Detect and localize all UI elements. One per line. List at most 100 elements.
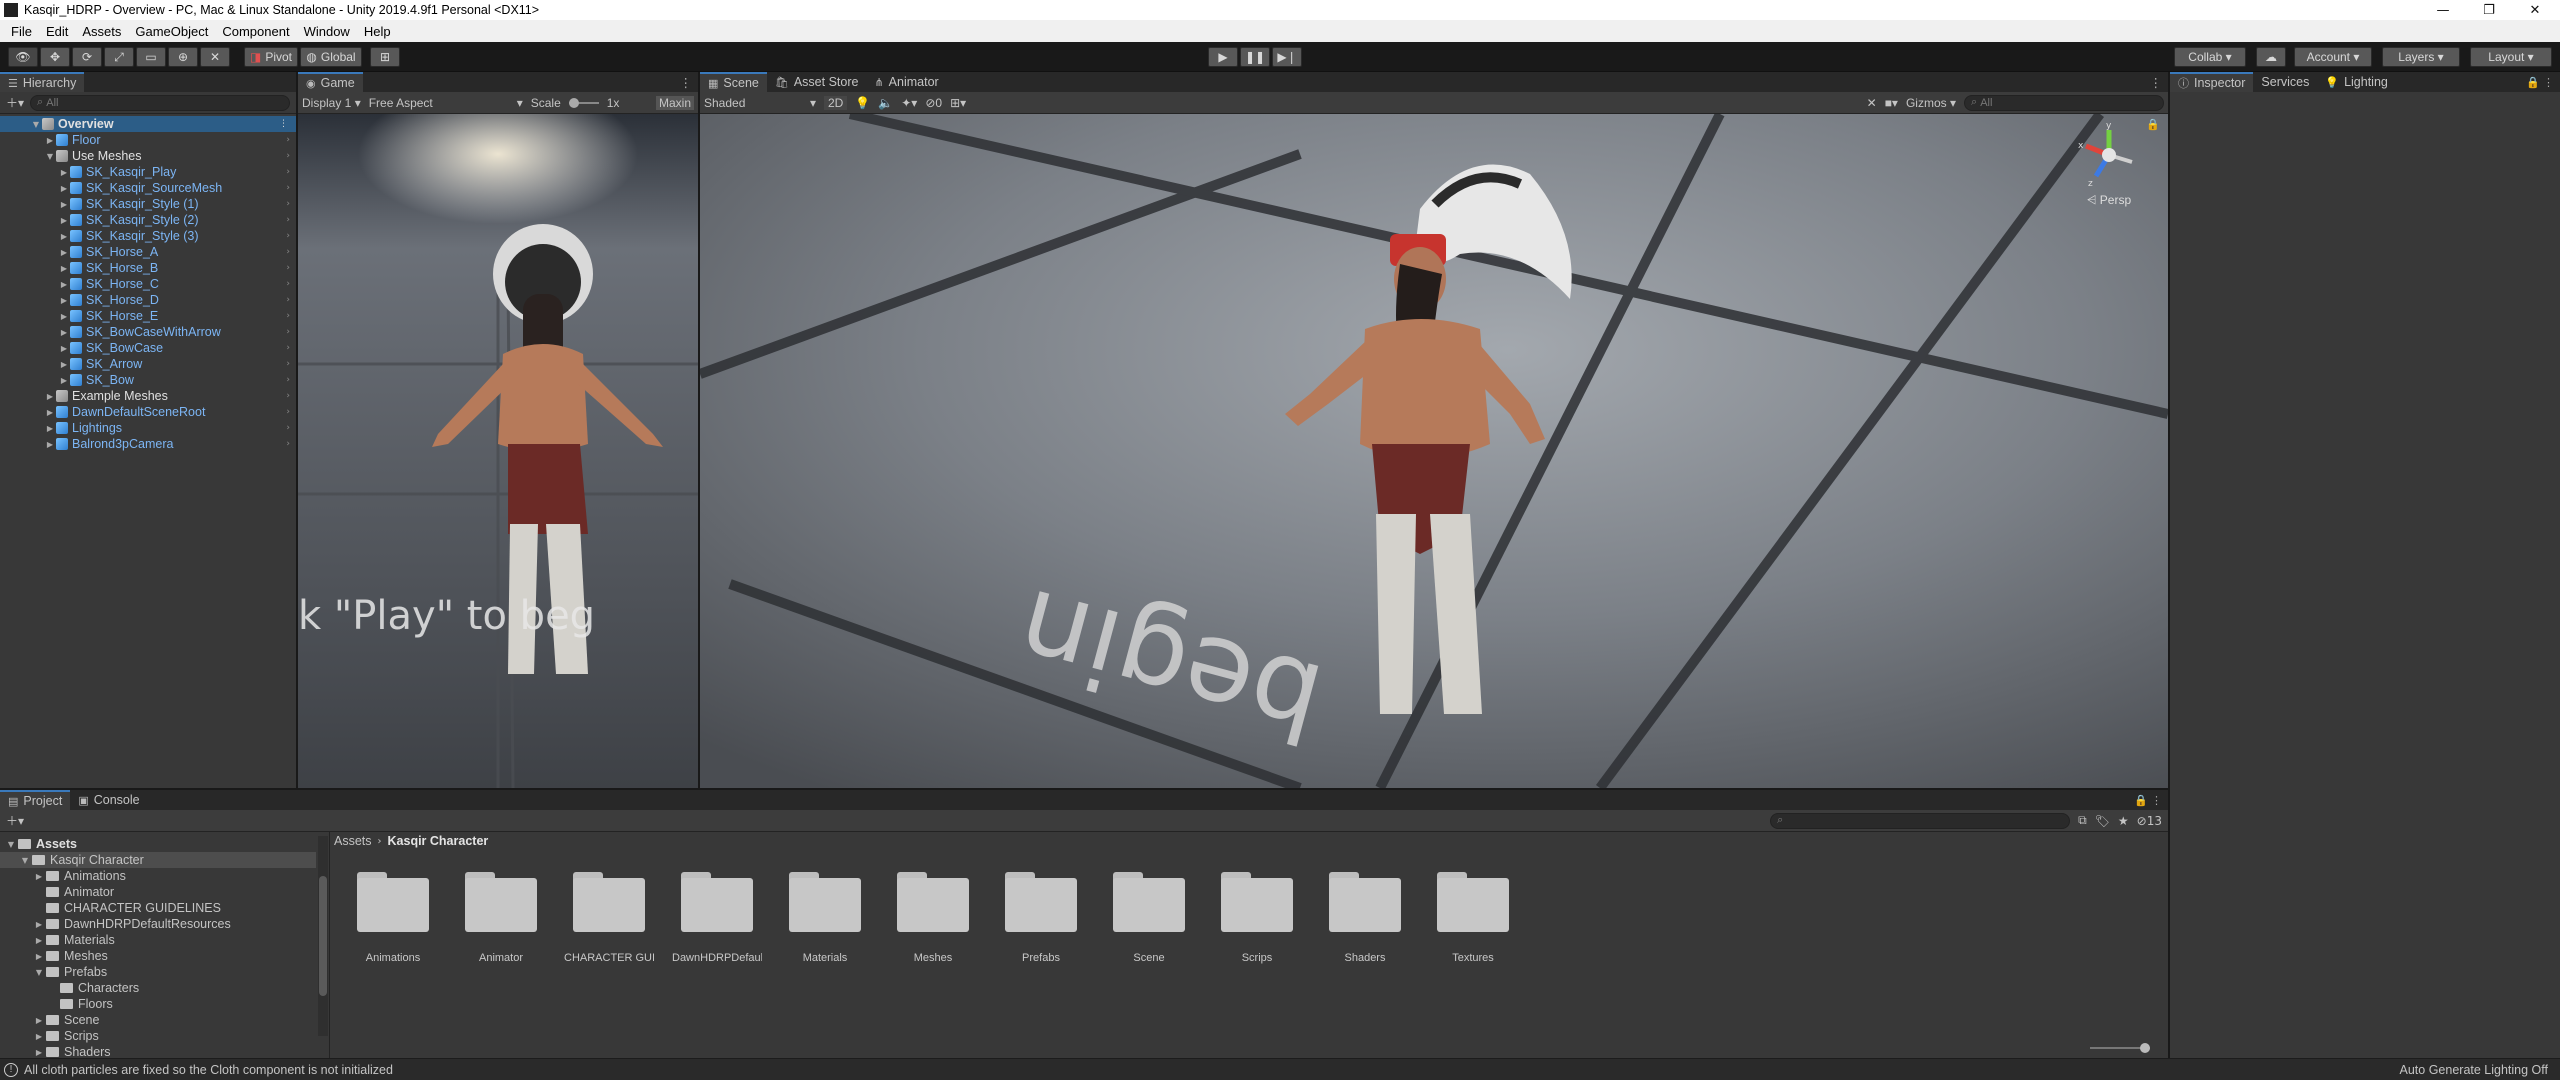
- project-tree-item[interactable]: ▼ Assets: [0, 836, 316, 852]
- hierarchy-row[interactable]: ▶ SK_Bow ›: [0, 372, 296, 388]
- filter-label-icon[interactable]: 🏷: [2095, 814, 2110, 828]
- tab-scene[interactable]: ▦ Scene: [700, 72, 767, 92]
- prefab-open-icon[interactable]: ›: [286, 359, 290, 369]
- chevron-right-icon[interactable]: ▶: [32, 1016, 46, 1025]
- account-dropdown[interactable]: Account ▾: [2294, 47, 2372, 67]
- project-tree-item[interactable]: ▶ Materials: [0, 932, 316, 948]
- folder-tile[interactable]: Animations: [348, 872, 438, 964]
- 2d-toggle[interactable]: 2D: [824, 95, 848, 110]
- chevron-right-icon[interactable]: ▶: [58, 328, 70, 337]
- hidden-objects-toggle[interactable]: ⊘0: [925, 96, 942, 110]
- chevron-right-icon[interactable]: ▶: [58, 360, 70, 369]
- project-search-input[interactable]: ⌕: [1770, 812, 2071, 829]
- collab-dropdown[interactable]: Collab ▾: [2174, 47, 2246, 67]
- menu-component[interactable]: Component: [215, 24, 296, 39]
- chevron-right-icon[interactable]: ▶: [32, 1048, 46, 1057]
- folder-tile[interactable]: CHARACTER GUI...: [564, 872, 654, 964]
- prefab-open-icon[interactable]: ›: [286, 151, 290, 161]
- aspect-dropdown[interactable]: Free Aspect ▾: [369, 96, 523, 110]
- tab-project[interactable]: ▤ Project: [0, 790, 71, 810]
- layout-dropdown[interactable]: Layout ▾: [2470, 47, 2552, 67]
- chevron-right-icon[interactable]: ▶: [44, 424, 56, 433]
- play-button[interactable]: ▶: [1208, 47, 1238, 67]
- view-tool-icon[interactable]: 👁: [8, 47, 38, 67]
- prefab-open-icon[interactable]: ›: [286, 295, 290, 305]
- folder-tile[interactable]: Meshes: [888, 872, 978, 964]
- restore-icon[interactable]: ❐: [2466, 0, 2512, 20]
- chevron-right-icon[interactable]: ▶: [58, 264, 70, 273]
- hierarchy-row[interactable]: ▼ Use Meshes ›: [0, 148, 296, 164]
- tab-services[interactable]: Services: [2253, 72, 2317, 92]
- chevron-right-icon[interactable]: ▶: [44, 440, 56, 449]
- hierarchy-row[interactable]: ▶ SK_Kasqir_Style (2) ›: [0, 212, 296, 228]
- chevron-down-icon[interactable]: ▼: [4, 840, 18, 849]
- project-tree-item[interactable]: Floors: [0, 996, 316, 1012]
- folder-tile[interactable]: Scene: [1104, 872, 1194, 964]
- effects-dropdown-icon[interactable]: ✦▾: [901, 96, 917, 110]
- prefab-open-icon[interactable]: ›: [286, 391, 290, 401]
- tree-scrollbar[interactable]: [318, 836, 328, 1036]
- create-plus-icon[interactable]: ＋▾: [6, 94, 24, 111]
- chevron-right-icon[interactable]: ▶: [32, 936, 46, 945]
- prefab-open-icon[interactable]: ›: [286, 183, 290, 193]
- folder-tile[interactable]: Prefabs: [996, 872, 1086, 964]
- hierarchy-row[interactable]: ▶ Floor ›: [0, 132, 296, 148]
- folder-tile[interactable]: Materials: [780, 872, 870, 964]
- project-tree-item[interactable]: ▼ Prefabs: [0, 964, 316, 980]
- icon-size-slider[interactable]: [2090, 1043, 2150, 1053]
- tab-animator[interactable]: ⋔ Animator: [866, 72, 946, 92]
- tab-game[interactable]: ◉ Game: [298, 72, 363, 92]
- menu-help[interactable]: Help: [357, 24, 398, 39]
- gizmos-dropdown[interactable]: Gizmos ▾: [1906, 96, 1956, 110]
- transform-tool-icon[interactable]: ⊕: [168, 47, 198, 67]
- chevron-right-icon[interactable]: ▶: [32, 952, 46, 961]
- chevron-right-icon[interactable]: ▶: [58, 184, 70, 193]
- lock-icon[interactable]: 🔒 ⋮: [2526, 76, 2554, 89]
- status-message[interactable]: All cloth particles are fixed so the Clo…: [24, 1063, 393, 1077]
- project-tree-item[interactable]: Animator: [0, 884, 316, 900]
- prefab-open-icon[interactable]: ›: [286, 311, 290, 321]
- chevron-right-icon[interactable]: ▶: [58, 376, 70, 385]
- tab-lighting[interactable]: 💡 Lighting: [2317, 72, 2396, 92]
- chevron-right-icon[interactable]: ▶: [58, 248, 70, 257]
- hierarchy-row[interactable]: ▶ SK_Kasqir_Play ›: [0, 164, 296, 180]
- hierarchy-row[interactable]: ▶ SK_Horse_B ›: [0, 260, 296, 276]
- hierarchy-row[interactable]: ▶ DawnDefaultSceneRoot ›: [0, 404, 296, 420]
- more-vertical-icon[interactable]: ⋮: [2150, 75, 2163, 90]
- prefab-open-icon[interactable]: ›: [286, 343, 290, 353]
- chevron-right-icon[interactable]: ▶: [44, 136, 56, 145]
- hierarchy-row[interactable]: ▶ SK_Horse_E ›: [0, 308, 296, 324]
- create-plus-icon[interactable]: ＋▾: [6, 812, 24, 829]
- tab-hierarchy[interactable]: ☰ Hierarchy: [0, 72, 85, 92]
- prefab-open-icon[interactable]: ›: [286, 375, 290, 385]
- favorite-star-icon[interactable]: ★: [2118, 814, 2129, 828]
- hierarchy-row[interactable]: ▶ SK_Arrow ›: [0, 356, 296, 372]
- prefab-open-icon[interactable]: ›: [286, 199, 290, 209]
- chevron-right-icon[interactable]: ▶: [58, 200, 70, 209]
- minimize-icon[interactable]: —: [2420, 0, 2466, 20]
- hierarchy-row[interactable]: ▶ Lightings ›: [0, 420, 296, 436]
- more-vertical-icon[interactable]: ⋮: [680, 75, 693, 90]
- hierarchy-row[interactable]: ▶ SK_BowCaseWithArrow ›: [0, 324, 296, 340]
- scene-viewport[interactable]: begin y x z ⩤ Persp 🔒: [700, 114, 2168, 788]
- prefab-open-icon[interactable]: ›: [286, 231, 290, 241]
- menu-assets[interactable]: Assets: [75, 24, 128, 39]
- chevron-right-icon[interactable]: ▶: [32, 1032, 46, 1041]
- camera-dropdown-icon[interactable]: ■▾: [1885, 96, 1898, 110]
- lock-icon[interactable]: 🔒: [2146, 118, 2160, 131]
- project-tree-item[interactable]: ▶ Animations: [0, 868, 316, 884]
- chevron-right-icon[interactable]: ▶: [58, 344, 70, 353]
- close-icon[interactable]: ✕: [2512, 0, 2558, 20]
- chevron-right-icon[interactable]: ▶: [32, 920, 46, 929]
- rect-tool-icon[interactable]: ▭: [136, 47, 166, 67]
- scrollbar-thumb[interactable]: [319, 876, 327, 996]
- scale-tool-icon[interactable]: ⤢: [104, 47, 134, 67]
- chevron-right-icon[interactable]: ▶: [44, 408, 56, 417]
- folder-tile[interactable]: Scrips: [1212, 872, 1302, 964]
- prefab-open-icon[interactable]: ›: [286, 167, 290, 177]
- chevron-right-icon[interactable]: ▶: [44, 392, 56, 401]
- chevron-right-icon[interactable]: ▶: [58, 168, 70, 177]
- menu-gameobject[interactable]: GameObject: [128, 24, 215, 39]
- chevron-right-icon[interactable]: ▶: [58, 216, 70, 225]
- project-tree-item[interactable]: Characters: [0, 980, 316, 996]
